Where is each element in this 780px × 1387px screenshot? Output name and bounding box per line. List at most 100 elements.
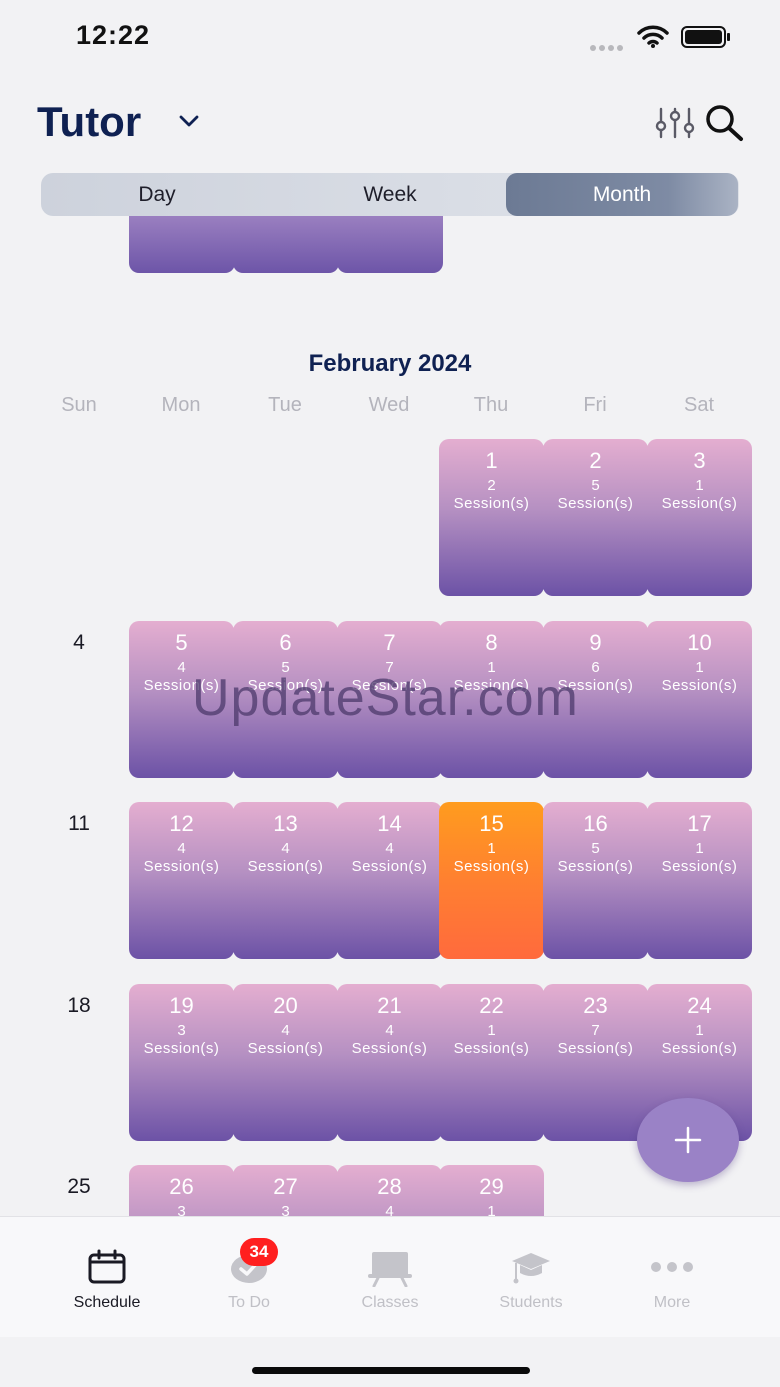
- day-number: 21: [377, 993, 402, 1018]
- session-count: 2: [487, 477, 496, 494]
- session-count: 4: [385, 1203, 394, 1216]
- session-label: Session(s): [453, 858, 530, 875]
- tab-to-do[interactable]: To Do: [171, 1217, 327, 1337]
- session-label: Session(s): [661, 858, 738, 875]
- session-count: 1: [695, 840, 704, 857]
- previous-month-day-cell[interactable]: [233, 216, 339, 273]
- day-number: 10: [687, 630, 712, 655]
- weekday-label: Sat: [683, 394, 715, 416]
- session-label: Session(s): [557, 858, 634, 875]
- todo-count-badge: 34: [240, 1238, 278, 1266]
- week-view-tab[interactable]: Week: [274, 173, 506, 216]
- plus-icon: [674, 1126, 702, 1154]
- day-cell[interactable]: 10 1 Session(s): [647, 621, 752, 778]
- day-number: 8: [485, 630, 498, 655]
- day-number: 17: [687, 811, 712, 836]
- session-count: 5: [591, 840, 600, 857]
- tab-classes[interactable]: Classes: [312, 1217, 468, 1337]
- tab-more[interactable]: More: [594, 1217, 750, 1337]
- graduation-cap-icon: [512, 1253, 550, 1284]
- day-number: 15: [479, 811, 504, 836]
- day-number: 16: [583, 811, 608, 836]
- tab-label: Students: [499, 1294, 563, 1311]
- day-number: 22: [479, 993, 504, 1018]
- week-start-label: 18: [67, 994, 91, 1017]
- day-number: 20: [273, 993, 298, 1018]
- wifi-icon: [637, 25, 669, 48]
- day-view-tab[interactable]: Day: [41, 173, 273, 216]
- session-label: Session(s): [351, 858, 428, 875]
- session-count: 4: [385, 840, 394, 857]
- day-cell[interactable]: 3 1 Session(s): [647, 439, 752, 596]
- previous-month-day-cell[interactable]: [129, 216, 235, 273]
- status-time: 12:22: [76, 20, 151, 50]
- session-label: Session(s): [143, 858, 220, 875]
- add-session-button[interactable]: [637, 1098, 739, 1182]
- day-cell[interactable]: 2 5 Session(s): [543, 439, 648, 596]
- day-cell[interactable]: 1 2 Session(s): [439, 439, 544, 596]
- day-cell[interactable]: 17 1 Session(s): [647, 802, 752, 959]
- day-number: 6: [279, 630, 292, 655]
- calendar-icon: [88, 1249, 126, 1284]
- day-cell[interactable]: 22 1 Session(s): [439, 984, 544, 1141]
- day-cell[interactable]: 273Session(s): [233, 1165, 338, 1216]
- session-label: Session(s): [143, 1040, 220, 1057]
- weekday-label: Mon: [161, 394, 201, 416]
- month-view-tab[interactable]: Month: [506, 173, 738, 216]
- watermark: UpdateStar.com: [192, 669, 579, 727]
- day-cell[interactable]: 20 4 Session(s): [233, 984, 338, 1141]
- session-count: 4: [281, 840, 290, 857]
- session-count: 4: [281, 1022, 290, 1039]
- view-mode-toggle: Day Week Month: [41, 173, 739, 216]
- tab-schedule[interactable]: Schedule: [29, 1217, 185, 1337]
- session-count: 1: [487, 1022, 496, 1039]
- day-number: 24: [687, 993, 712, 1018]
- session-count: 1: [487, 840, 496, 857]
- day-number: 28: [377, 1174, 402, 1199]
- day-cell[interactable]: 23 7 Session(s): [543, 984, 648, 1141]
- tab-label: More: [653, 1294, 691, 1311]
- week-start-label: 4: [73, 631, 85, 654]
- day-cell[interactable]: 12 4 Session(s): [129, 802, 234, 959]
- bottom-tab-bar: Schedule To Do Classes Students More: [0, 1216, 780, 1337]
- day-number: 9: [589, 630, 602, 655]
- day-cell[interactable]: 19 3 Session(s): [129, 984, 234, 1141]
- previous-month-day-cell[interactable]: [337, 216, 443, 273]
- day-cell[interactable]: 14 4 Session(s): [337, 802, 442, 959]
- page-title[interactable]: Tutor: [37, 98, 141, 146]
- chevron-down-icon[interactable]: [178, 114, 200, 128]
- day-cell[interactable]: 263Session(s): [129, 1165, 234, 1216]
- filter-sliders-icon[interactable]: [654, 106, 696, 140]
- weekday-label: Thu: [473, 394, 509, 416]
- session-count: 3: [177, 1022, 186, 1039]
- more-dots-icon: [651, 1262, 693, 1272]
- session-count: 1: [695, 1022, 704, 1039]
- session-label: Session(s): [661, 1040, 738, 1057]
- day-number: 26: [169, 1174, 194, 1199]
- month-title: February 2024: [308, 350, 472, 377]
- session-label: Session(s): [453, 1040, 530, 1057]
- session-count: 1: [695, 477, 704, 494]
- session-label: Session(s): [453, 495, 530, 512]
- day-cell[interactable]: 13 4 Session(s): [233, 802, 338, 959]
- day-cell[interactable]: 284Session(s): [337, 1165, 442, 1216]
- search-icon[interactable]: [704, 104, 746, 142]
- day-number: 1: [485, 448, 498, 473]
- session-count: 7: [591, 1022, 600, 1039]
- tab-label: Classes: [361, 1294, 419, 1311]
- day-cell[interactable]: 21 4 Session(s): [337, 984, 442, 1141]
- session-count: 3: [177, 1203, 186, 1216]
- day-cell[interactable]: 291Session(s): [439, 1165, 544, 1216]
- session-count: 1: [695, 659, 704, 676]
- tab-students[interactable]: Students: [453, 1217, 609, 1337]
- day-cell-today[interactable]: 15 1 Session(s): [439, 802, 544, 959]
- day-cell[interactable]: 16 5 Session(s): [543, 802, 648, 959]
- app-header: Tutor: [0, 90, 780, 160]
- signal-dots-icon: [590, 38, 626, 56]
- classroom-board-icon: [368, 1252, 412, 1287]
- day-number: 7: [383, 630, 396, 655]
- session-label: Session(s): [351, 1040, 428, 1057]
- session-count: 4: [385, 1022, 394, 1039]
- session-count: 5: [591, 477, 600, 494]
- day-number: 5: [175, 630, 188, 655]
